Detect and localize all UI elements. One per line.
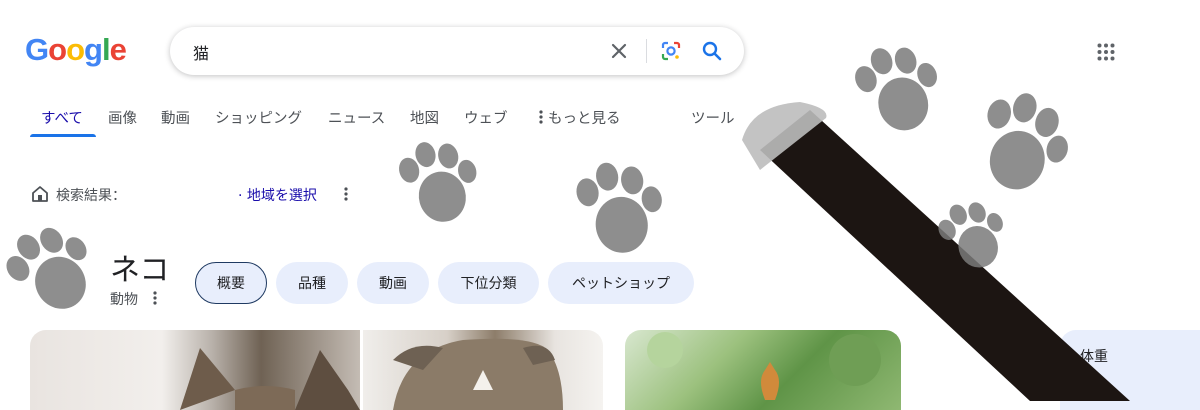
chip-videos[interactable]: 動画 [357, 262, 429, 304]
logo-letter-l: l [101, 32, 111, 67]
search-input[interactable]: 猫 [193, 40, 209, 64]
logo-letter-o1: o [48, 32, 67, 67]
lens-button[interactable] [659, 39, 683, 63]
tab-maps[interactable]: 地図 [410, 107, 439, 128]
tab-all[interactable]: すべて [41, 107, 83, 128]
cat-image-1[interactable] [30, 330, 360, 410]
tab-more-label: もっと見る [548, 111, 621, 127]
stick-tip [742, 102, 827, 170]
search-icon [702, 41, 722, 61]
chip-subclass[interactable]: 下位分類 [438, 262, 539, 304]
lens-icon [661, 41, 681, 61]
paw-print-5 [970, 84, 1080, 201]
chip-overview[interactable]: 概要 [195, 262, 267, 304]
select-region-link[interactable]: · 地域を選択 [238, 185, 317, 205]
logo-letter-g: G [25, 32, 49, 67]
logo-letter-o2: o [66, 32, 85, 67]
search-box[interactable]: 猫 [170, 27, 744, 75]
scottish-fold-illustration [393, 338, 563, 410]
cat-in-grass-illustration [647, 332, 881, 400]
clear-button[interactable] [607, 39, 631, 63]
entity-title: ネコ [110, 253, 170, 288]
kebab-icon [153, 291, 157, 305]
paw-print-1 [0, 209, 110, 326]
active-tab-indicator [30, 134, 96, 137]
tab-news[interactable]: ニュース [328, 107, 385, 128]
paw-print-2 [393, 130, 488, 231]
cat-image-3[interactable] [625, 330, 901, 410]
cat-image-2[interactable] [363, 330, 603, 410]
logo-letter-e: e [109, 32, 127, 67]
chip-breeds[interactable]: 品種 [276, 262, 348, 304]
kebab-icon [539, 110, 543, 124]
tab-shopping[interactable]: ショッピング [215, 107, 302, 128]
chip-petshop[interactable]: ペットショップ [548, 262, 694, 304]
google-logo[interactable]: G o o g l e [25, 30, 127, 70]
info-card [1060, 330, 1200, 410]
cat-ears-illustration [180, 348, 360, 410]
apps-grid-icon [1097, 43, 1115, 61]
tab-more[interactable]: もっと見る [537, 107, 621, 128]
tab-videos[interactable]: 動画 [161, 107, 190, 128]
location-label: 検索結果： [56, 188, 126, 204]
kebab-icon [344, 187, 348, 201]
paw-print-6 [931, 189, 1017, 279]
google-apps-button[interactable] [1094, 40, 1118, 64]
tab-tools[interactable]: ツール [691, 107, 735, 128]
entity-subtitle: 動物 [110, 292, 138, 308]
tab-images[interactable]: 画像 [108, 107, 137, 128]
home-location-icon [32, 186, 48, 202]
search-divider [646, 39, 647, 63]
clear-icon [611, 43, 627, 59]
tab-web[interactable]: ウェブ [464, 107, 508, 128]
location-more-button[interactable] [338, 184, 354, 204]
paw-print-4 [847, 32, 952, 142]
logo-letter-g2: g [84, 32, 103, 67]
search-button[interactable] [699, 39, 725, 63]
paw-print-3 [572, 154, 670, 260]
entity-more-button[interactable] [148, 289, 162, 307]
info-weight-label: 体重 [1080, 349, 1108, 365]
